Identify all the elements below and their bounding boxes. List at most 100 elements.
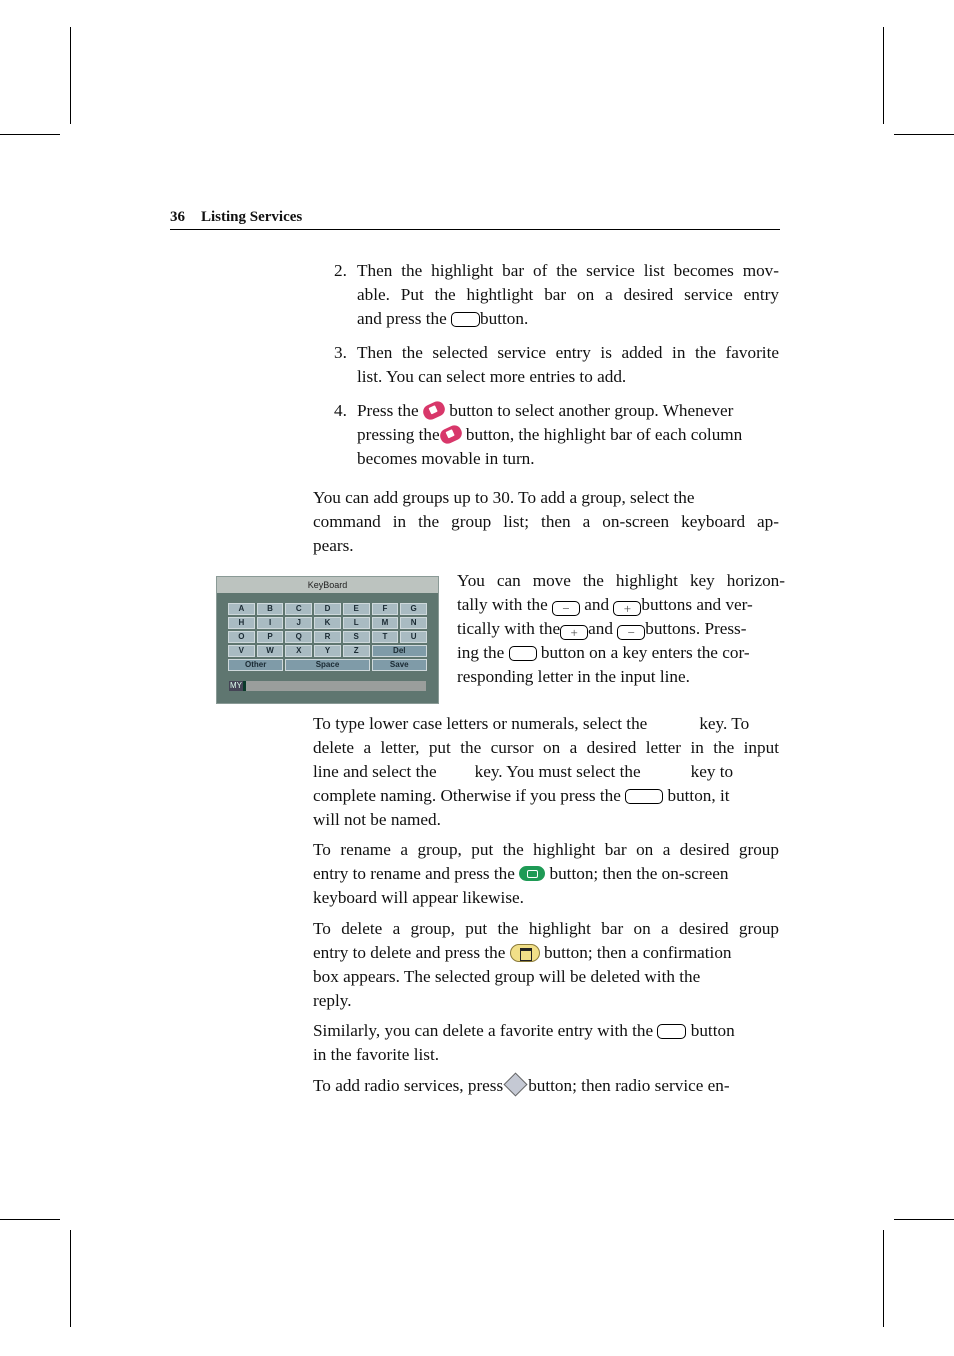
minus-key-icon: − bbox=[617, 625, 646, 640]
text-line: box appears. The selected group will be … bbox=[313, 967, 701, 986]
text-fragment: pressing the bbox=[357, 425, 440, 444]
text-line: in the favorite list. bbox=[313, 1045, 440, 1064]
keyboard-title: KeyBoard bbox=[217, 577, 438, 593]
text-fragment: button, the highlight bar of each column bbox=[465, 425, 743, 444]
text-line: You can move the highlight key horizon- bbox=[457, 571, 785, 590]
key-r[interactable]: R bbox=[314, 631, 341, 643]
text-line: command in the group list; then a on-scr… bbox=[313, 512, 779, 531]
text-fragment: complete naming. Otherwise if you press … bbox=[313, 786, 621, 805]
key-b[interactable]: B bbox=[256, 603, 284, 615]
step-number: 3. bbox=[334, 343, 347, 362]
crop-mark bbox=[894, 134, 954, 135]
key-h[interactable]: H bbox=[228, 617, 255, 629]
key-z[interactable]: Z bbox=[342, 645, 370, 657]
keyboard-keys: A B C D E F G H I J K L M N O P Q R S T … bbox=[228, 603, 427, 671]
text-line: To rename a group, put the highlight bar… bbox=[313, 840, 779, 859]
text-fragment: button, it bbox=[667, 786, 730, 805]
key-y[interactable]: Y bbox=[314, 645, 341, 657]
text-fragment: buttons and ver- bbox=[641, 595, 753, 614]
text-fragment: key. You must select the bbox=[474, 762, 641, 781]
text-cursor bbox=[243, 681, 246, 691]
key-del[interactable]: Del bbox=[371, 645, 427, 657]
text-fragment: To add radio services, press bbox=[313, 1076, 504, 1095]
text-fragment: buttons. Press- bbox=[645, 619, 747, 638]
step-2: Then the highlight bar of the service li… bbox=[357, 259, 779, 331]
text-fragment: Similarly, you can delete a favorite ent… bbox=[313, 1021, 654, 1040]
key-n[interactable]: N bbox=[400, 617, 427, 629]
step-number: 4. bbox=[334, 401, 347, 420]
move-paragraph: You can move the highlight key horizon- … bbox=[457, 569, 785, 689]
text-fragment: button; then a confirmation bbox=[543, 943, 732, 962]
key-e[interactable]: E bbox=[342, 603, 370, 615]
text-line: responding letter in the input line. bbox=[457, 667, 690, 686]
radio-button-icon bbox=[503, 1072, 528, 1097]
key-f[interactable]: F bbox=[371, 603, 399, 615]
key-a[interactable]: A bbox=[228, 603, 255, 615]
text-fragment: and press the bbox=[357, 309, 447, 328]
text-fragment: tically with the bbox=[457, 619, 561, 638]
text-line: Then the selected service entry is added… bbox=[357, 343, 779, 362]
text-fragment: and bbox=[584, 595, 610, 614]
key-i[interactable]: I bbox=[256, 617, 284, 629]
key-j[interactable]: J bbox=[285, 617, 313, 629]
pink-group-button-icon bbox=[420, 399, 448, 422]
key-p[interactable]: P bbox=[256, 631, 284, 643]
crop-mark bbox=[70, 27, 71, 124]
key-l[interactable]: L bbox=[342, 617, 370, 629]
text-line: list. You can select more entries to add… bbox=[357, 367, 627, 386]
text-fragment: To type lower case letters or numerals, … bbox=[313, 714, 648, 733]
step-3: Then the selected service entry is added… bbox=[357, 341, 779, 389]
groups-paragraph: You can add groups up to 30. To add a gr… bbox=[313, 486, 779, 558]
key-d[interactable]: D bbox=[314, 603, 341, 615]
key-t[interactable]: T bbox=[371, 631, 399, 643]
key-o[interactable]: O bbox=[228, 631, 255, 643]
text-fragment: button on a key enters the cor- bbox=[540, 643, 750, 662]
key-k[interactable]: K bbox=[314, 617, 341, 629]
key-other[interactable]: Other bbox=[228, 659, 284, 671]
text-line: Then the highlight bar of the service li… bbox=[357, 261, 779, 280]
text-fragment: button bbox=[690, 1021, 735, 1040]
text-fragment: key. To bbox=[699, 714, 750, 733]
crop-mark bbox=[883, 1230, 884, 1327]
key-x[interactable]: X bbox=[285, 645, 313, 657]
key-c[interactable]: C bbox=[285, 603, 313, 615]
yellow-delete-button-icon bbox=[509, 944, 540, 962]
radio-paragraph: To add radio services, press button; then… bbox=[313, 1072, 779, 1098]
text-fragment: button; then radio service en- bbox=[528, 1076, 730, 1095]
text-line: will not be named. bbox=[313, 810, 441, 829]
rename-paragraph: To rename a group, put the highlight bar… bbox=[313, 838, 779, 910]
key-u[interactable]: U bbox=[400, 631, 427, 643]
text-line: able. Put the hightlight bar on a desire… bbox=[357, 285, 779, 304]
plus-key-icon: + bbox=[613, 601, 642, 616]
keyboard-input-line[interactable]: MY bbox=[229, 681, 426, 691]
key-save[interactable]: Save bbox=[371, 659, 427, 671]
green-rename-button-icon bbox=[519, 866, 546, 881]
key-q[interactable]: Q bbox=[285, 631, 313, 643]
key-g[interactable]: G bbox=[400, 603, 427, 615]
section-title: Listing Services bbox=[201, 209, 303, 225]
text-line: pears. bbox=[313, 536, 354, 555]
pink-group-button-icon bbox=[437, 423, 464, 446]
text-line: reply. bbox=[313, 991, 352, 1010]
text-line: keyboard will appear likewise. bbox=[313, 888, 524, 907]
text-fragment: and bbox=[588, 619, 613, 638]
text-fragment: key to bbox=[690, 762, 734, 781]
crop-mark bbox=[0, 1219, 60, 1220]
key-s[interactable]: S bbox=[342, 631, 370, 643]
text-line: You can add groups up to 30. To add a gr… bbox=[313, 488, 695, 507]
minus-key-icon: − bbox=[552, 601, 580, 616]
exit-key-icon bbox=[625, 789, 664, 804]
crop-mark bbox=[894, 1219, 954, 1220]
favorite-paragraph: Similarly, you can delete a favorite ent… bbox=[313, 1019, 779, 1067]
key-v[interactable]: V bbox=[228, 645, 255, 657]
ok-key-icon bbox=[508, 646, 537, 661]
text-fragment: entry to delete and press the bbox=[313, 943, 506, 962]
key-m[interactable]: M bbox=[371, 617, 399, 629]
crop-mark bbox=[0, 134, 60, 135]
key-w[interactable]: W bbox=[256, 645, 284, 657]
text-fragment: button to select another group. Whenever bbox=[449, 401, 734, 420]
key-space[interactable]: Space bbox=[285, 659, 370, 671]
text-fragment: entry to rename and press the bbox=[313, 864, 515, 883]
text-fragment: button; then the on-screen bbox=[549, 864, 729, 883]
plus-key-icon: + bbox=[560, 625, 589, 640]
